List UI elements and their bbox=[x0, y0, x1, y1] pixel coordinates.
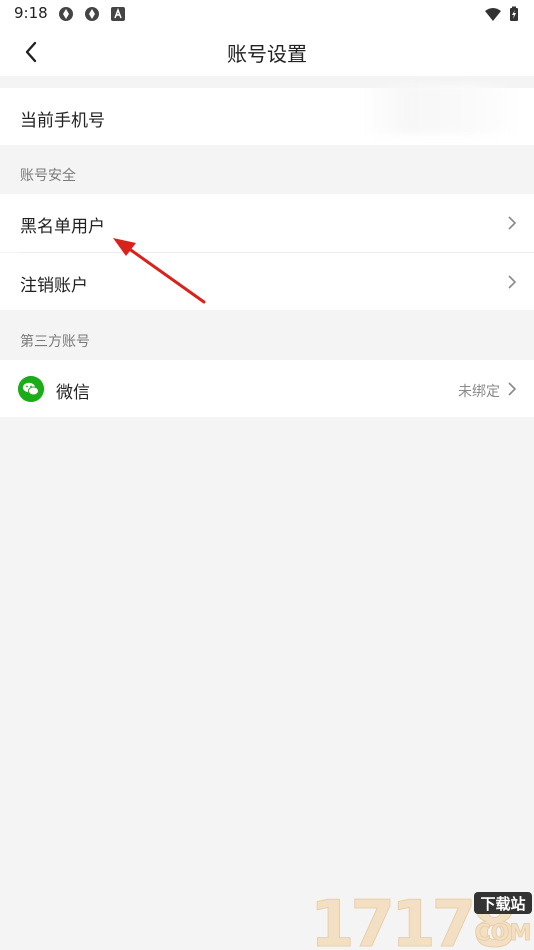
wechat-icon bbox=[18, 376, 44, 402]
top-app-bar: 账号设置 bbox=[0, 28, 534, 76]
watermark-domain: COM bbox=[475, 921, 532, 946]
status-bar: 9:18 bbox=[0, 0, 534, 28]
notification-a-icon bbox=[111, 7, 125, 21]
section-title-security: 账号安全 bbox=[20, 168, 76, 184]
wifi-icon bbox=[485, 8, 501, 21]
wechat-row[interactable]: 微信 未绑定 bbox=[0, 360, 534, 417]
phone-label: 当前手机号 bbox=[20, 111, 105, 131]
chevron-right-icon bbox=[508, 216, 517, 230]
chevron-right-icon bbox=[508, 382, 517, 396]
wechat-label: 微信 bbox=[56, 383, 90, 403]
wechat-bind-status: 未绑定 bbox=[458, 384, 500, 400]
page-title: 账号设置 bbox=[227, 42, 307, 66]
blacklist-label: 黑名单用户 bbox=[20, 217, 105, 237]
deactivate-account-label: 注销账户 bbox=[20, 276, 88, 296]
notification-app-icon bbox=[59, 7, 73, 21]
deactivate-account-row[interactable]: 注销账户 bbox=[0, 253, 534, 310]
battery-icon bbox=[510, 6, 518, 21]
chevron-right-icon bbox=[508, 275, 517, 289]
notification-app-icon-2 bbox=[85, 7, 99, 21]
watermark-badge: 下载站 bbox=[480, 895, 525, 913]
status-time: 9:18 bbox=[14, 4, 48, 22]
section-title-third-party: 第三方账号 bbox=[20, 334, 90, 350]
redacted-phone-number bbox=[360, 84, 520, 134]
site-watermark-logo: 17178 下载站 COM bbox=[310, 888, 532, 950]
blacklist-row[interactable]: 黑名单用户 bbox=[0, 194, 534, 252]
